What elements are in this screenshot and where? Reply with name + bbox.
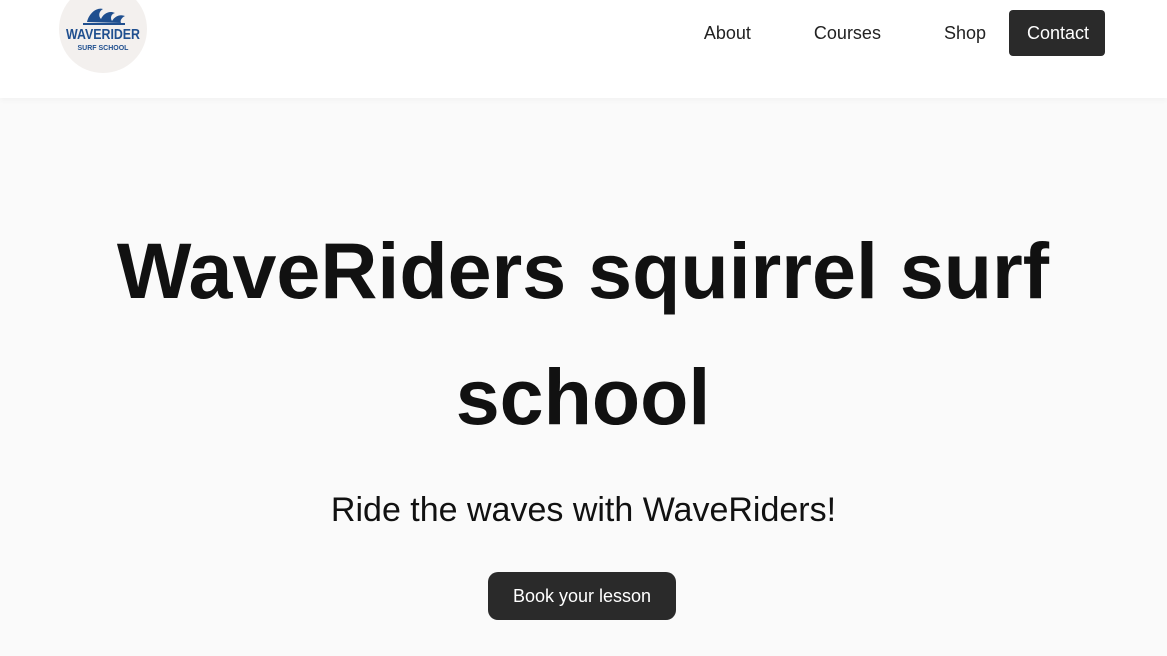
nav-link-shop[interactable]: Shop bbox=[944, 10, 986, 56]
logo-subtext: SURF SCHOOL bbox=[78, 45, 130, 52]
logo[interactable]: WAVERIDER SURF SCHOOL bbox=[59, 0, 147, 73]
site-header: WAVERIDER SURF SCHOOL About Courses Shop… bbox=[0, 0, 1167, 98]
nav-link-about[interactable]: About bbox=[704, 10, 751, 56]
main-nav: About Courses Shop Contact bbox=[704, 10, 1105, 56]
wave-icon: WAVERIDER SURF SCHOOL bbox=[66, 8, 140, 52]
hero-section: WaveRiders squirrel surf school Ride the… bbox=[0, 98, 1167, 656]
hero-subtitle: Ride the waves with WaveRiders! bbox=[330, 491, 837, 529]
hero-title: WaveRiders squirrel surf school bbox=[116, 226, 1050, 441]
contact-button[interactable]: Contact bbox=[1009, 10, 1105, 56]
logo-text: WAVERIDER bbox=[66, 26, 140, 43]
nav-link-courses[interactable]: Courses bbox=[814, 10, 881, 56]
book-lesson-button[interactable]: Book your lesson bbox=[488, 572, 676, 620]
